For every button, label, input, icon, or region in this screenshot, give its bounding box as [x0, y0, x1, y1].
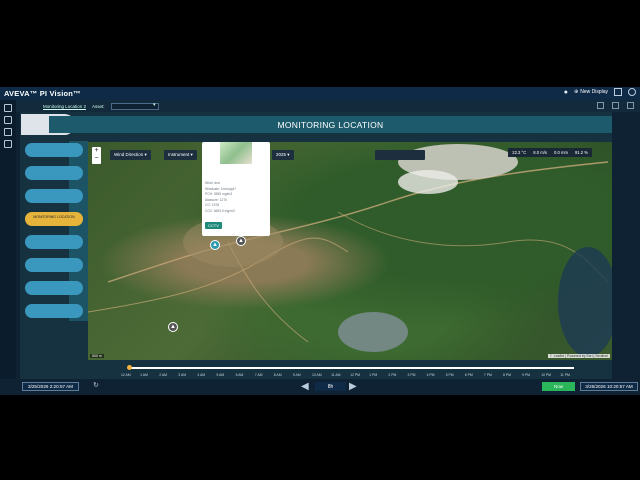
timeline-tick-label: 5 PM [445, 373, 454, 377]
layout-icon[interactable] [614, 88, 622, 96]
wind-direction-dropdown[interactable]: Wind Direction ▾ [110, 150, 151, 160]
map-scale: 500 m [90, 354, 104, 358]
nav-button-6[interactable] [25, 258, 83, 272]
timeline-tick-label: 3 AM [178, 373, 187, 377]
nav-button-7[interactable] [25, 281, 83, 295]
timeline-tick-label: 9 PM [522, 373, 531, 377]
camera-marker-icon[interactable]: ▲ [236, 236, 246, 246]
settings-icon[interactable] [4, 140, 12, 148]
timeline-tick-label: 7 PM [483, 373, 492, 377]
timeline-tick-label: 12 AM [121, 373, 131, 377]
timeline-tick-label: 3 PM [407, 373, 416, 377]
display-canvas: MONITORING LOCATION MONITORING LOCATION … [20, 112, 612, 379]
previous-arrow-icon[interactable]: ◀ [301, 381, 309, 392]
nav-button-1[interactable] [25, 143, 83, 157]
timeline-tick-label: 6 PM [464, 373, 473, 377]
satellite-map[interactable]: +− Wind Direction ▾ Instrument ▾ 08/0 20… [88, 142, 612, 360]
timeline-tick-label: 4 AM [197, 373, 206, 377]
app-title: AVEVA™ PI Vision™ [4, 89, 81, 98]
timeline-tick-label: 9 AM [292, 373, 301, 377]
nav-button-5[interactable] [25, 235, 83, 249]
timeline-tick-label: 2 AM [159, 373, 167, 377]
weather-readout: 22.3 °C 8.0 m/s 0.0 mm 91.2 % [508, 148, 592, 157]
station-marker-icon[interactable]: ▲ [210, 240, 220, 250]
time-bar: 3/25/2026 2:20:57 AM ↻ ◀ 8h ▶ Now 3/25/2… [0, 379, 640, 395]
timeline-tick-label: 10 AM [312, 373, 322, 377]
left-icon-rail [0, 100, 16, 395]
rainfall-value: 0.0 mm [553, 150, 568, 155]
map-attribution[interactable]: ⚐ Leaflet | Powered by Esri | Sentinel [547, 354, 610, 358]
library-icon[interactable] [4, 128, 12, 136]
end-time-box[interactable]: 3/25/2026 10:20:57 AM [580, 382, 638, 391]
start-time-box[interactable]: 3/25/2026 2:20:57 AM [22, 382, 79, 391]
time-slider[interactable]: 12 AM 1 AM 2 AM 3 AM 4 AM 5 AM 6 AM 7 AM 8 AM 9 A… [89, 363, 613, 380]
popup-reading: PCH: 3653 mg/m3 [205, 192, 233, 196]
now-button[interactable]: Now [542, 382, 575, 391]
timeline-tick-label: 8 AM [273, 373, 282, 377]
next-arrow-icon[interactable]: ▶ [349, 381, 357, 392]
timeline-tick-label: 10 PM [541, 373, 551, 377]
user-menu-icon[interactable] [628, 88, 636, 96]
display-breadcrumb[interactable]: Monitoring Location 2 [43, 104, 86, 109]
pi-vision-app: AVEVA™ PI Vision™ ● ⊕ New Display Monito… [0, 87, 640, 395]
asset-select[interactable] [110, 102, 159, 110]
nav-button-monitoring-location[interactable]: MONITORING LOCATION [25, 212, 83, 226]
map-zoom-control[interactable]: + − [92, 147, 101, 164]
camera-marker-icon-2[interactable]: ▲ [168, 322, 178, 332]
timeline-tick-label: 6 AM [235, 373, 244, 377]
top-bar: AVEVA™ PI Vision™ ● ⊕ New Display [0, 87, 640, 100]
timeline-tick-label: 7 AM [254, 373, 263, 377]
timeline-tick-label: 11 PM [560, 373, 570, 377]
fullscreen-icon[interactable] [597, 102, 604, 109]
notification-icon[interactable]: ● [564, 89, 568, 96]
save-icon[interactable] [627, 102, 634, 109]
nav-button-3[interactable] [25, 189, 83, 203]
cctv-button[interactable]: CCTV [205, 222, 222, 229]
location-thumbnail [220, 142, 252, 164]
timeline-tick-label: 1 AM [140, 373, 148, 377]
timeline-tick-label: 1 PM [369, 373, 378, 377]
location-popup: Wind: dsd Winduate: 1m/suppl? PCH: 3653 … [202, 142, 270, 236]
popup-reading: CO2: 3653.0 mg/m3 [205, 208, 235, 213]
new-display-button[interactable]: ⊕ New Display [574, 89, 608, 95]
asset-label: Asset: [92, 103, 105, 109]
nav-button-8[interactable] [25, 304, 83, 318]
timeline-tick-label: 12 PM [350, 373, 360, 377]
humidity-value: 91.2 % [574, 150, 588, 155]
wind-speed-value: 8.0 m/s [533, 150, 547, 155]
nav-button-2[interactable] [25, 166, 83, 180]
timeline-tick-label: 11 AM [331, 373, 341, 377]
home-icon[interactable] [4, 104, 12, 112]
timeline-tick-label: 8 PM [503, 373, 511, 377]
date-dropdown-right[interactable]: 2025 ▾ [272, 150, 294, 160]
timeline-tick-label: 5 AM [216, 373, 225, 377]
map-info-box [375, 150, 425, 160]
timeline-tick-label: 4 PM [426, 373, 435, 377]
timeline-handle[interactable] [127, 365, 132, 370]
refresh-icon[interactable]: ↻ [93, 381, 99, 389]
temperature-value: 22.3 °C [512, 150, 527, 155]
page-title: MONITORING LOCATION [49, 116, 612, 133]
popup-readings: Wind: dsd Winduate: 1m/suppl? PCH: 3653 … [205, 181, 236, 214]
duration-box[interactable]: 8h [315, 382, 346, 391]
columns-icon[interactable] [612, 102, 619, 109]
displays-icon[interactable] [4, 116, 12, 124]
timeline-track [129, 367, 574, 369]
map-terrain [88, 144, 612, 357]
display-toolbar: Monitoring Location 2 Asset: [16, 100, 640, 112]
instrument-dropdown[interactable]: Instrument ▾ [164, 150, 197, 160]
timeline-tick-label: 2 PM [388, 373, 397, 377]
